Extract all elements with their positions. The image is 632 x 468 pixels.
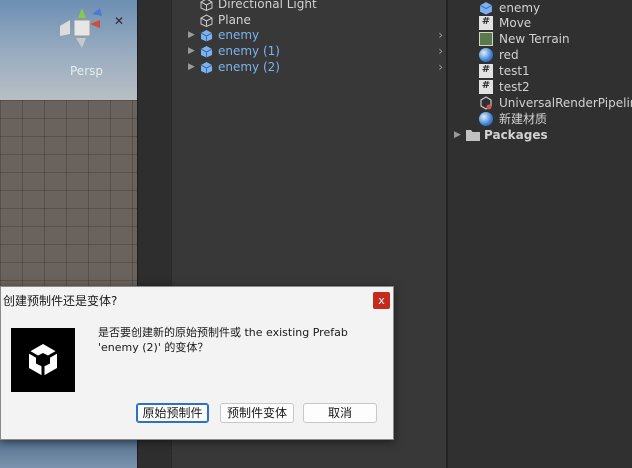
prefab-icon bbox=[479, 2, 493, 15]
cancel-button[interactable]: 取消 bbox=[303, 403, 377, 423]
project-item-label: 新建材质 bbox=[499, 112, 548, 126]
project-item-label: enemy bbox=[499, 1, 541, 15]
packages-label: Packages bbox=[484, 128, 548, 142]
project-item-label: Move bbox=[499, 16, 532, 30]
pipeline-asset-icon bbox=[480, 96, 492, 110]
unity-logo-icon bbox=[11, 328, 75, 392]
dialog-titlebar[interactable]: 创建预制件还是变体? x bbox=[1, 287, 393, 313]
prefab-icon bbox=[200, 62, 213, 74]
scene-gizmo-icon[interactable] bbox=[56, 6, 116, 50]
dialog-message-line: 是否要创建新的原始预制件或 the existing Prefab bbox=[98, 326, 348, 339]
dialog-message-line: 'enemy (2)' 的变体？ bbox=[98, 341, 209, 354]
script-icon: # bbox=[479, 16, 493, 30]
project-item-label: New Terrain bbox=[499, 32, 570, 46]
prefab-icon bbox=[200, 30, 213, 42]
hierarchy-item-label: Directional Light bbox=[218, 0, 317, 11]
hierarchy-item-label: enemy (2) bbox=[218, 60, 280, 74]
prefab-icon bbox=[200, 46, 213, 58]
expand-arrow-icon[interactable]: ▶ bbox=[188, 59, 195, 75]
script-icon: # bbox=[479, 80, 493, 94]
hierarchy-item-enemy-2[interactable]: ▶ enemy (2) › bbox=[172, 59, 447, 75]
gizmo-close-icon[interactable]: ✕ bbox=[114, 14, 124, 28]
hierarchy-item-directional-light[interactable]: Directional Light bbox=[172, 0, 447, 12]
original-prefab-button[interactable]: 原始预制件 bbox=[136, 403, 209, 423]
close-icon[interactable]: x bbox=[373, 292, 390, 309]
chevron-right-icon[interactable]: › bbox=[438, 43, 443, 59]
material-icon bbox=[479, 112, 493, 126]
project-item-label: test2 bbox=[499, 80, 530, 94]
hierarchy-item-enemy-1[interactable]: ▶ enemy (1) › bbox=[172, 43, 447, 59]
chevron-right-icon[interactable]: › bbox=[438, 27, 443, 43]
material-icon bbox=[479, 48, 493, 62]
project-item-label: test1 bbox=[499, 64, 530, 78]
project-item-label: red bbox=[499, 48, 519, 62]
expand-arrow-icon[interactable]: ▶ bbox=[188, 43, 195, 59]
terrain-icon bbox=[479, 32, 493, 46]
scene-bottom-strip bbox=[0, 440, 137, 468]
hierarchy-item-enemy[interactable]: ▶ enemy › bbox=[172, 27, 447, 43]
project-item-label: UniversalRenderPipeline bbox=[499, 96, 632, 110]
dialog-message: 是否要创建新的原始预制件或 the existing Prefab 'enemy… bbox=[98, 325, 388, 355]
script-icon: # bbox=[479, 64, 493, 78]
folder-icon bbox=[466, 130, 480, 141]
gameobject-icon bbox=[200, 0, 213, 11]
gameobject-icon bbox=[200, 14, 213, 27]
persp-label[interactable]: Persp bbox=[70, 64, 103, 78]
expand-arrow-icon[interactable]: ▶ bbox=[188, 27, 195, 43]
hierarchy-item-label: enemy (1) bbox=[218, 44, 280, 58]
hierarchy-item-plane[interactable]: Plane bbox=[172, 12, 447, 28]
project-panel: enemy # Move New Terrain red # test1 # t… bbox=[446, 0, 632, 468]
hierarchy-item-label: Plane bbox=[218, 13, 251, 27]
prefab-variant-button[interactable]: 预制件变体 bbox=[220, 403, 294, 423]
dialog-title: 创建预制件还是变体? bbox=[3, 294, 118, 308]
hierarchy-item-label: enemy bbox=[218, 28, 260, 42]
expand-arrow-icon[interactable]: ▶ bbox=[454, 127, 461, 143]
prefab-variant-dialog: 创建预制件还是变体? x 是否要创建新的原始预制件或 the existing … bbox=[0, 286, 394, 440]
chevron-right-icon[interactable]: › bbox=[438, 59, 443, 75]
